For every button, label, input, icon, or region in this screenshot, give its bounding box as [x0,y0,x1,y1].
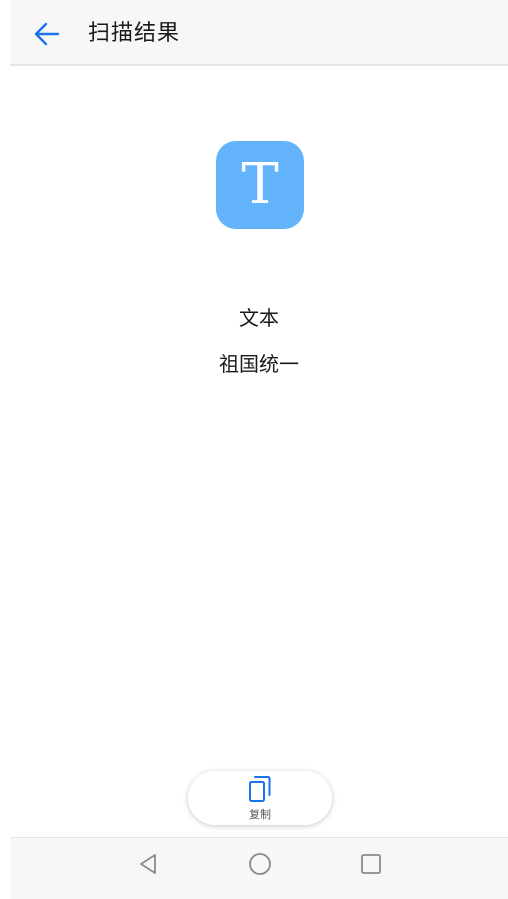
arrow-left-icon [34,22,60,46]
page-title: 扫描结果 [88,21,181,46]
copy-icon [249,776,271,802]
top-app-bar: 扫描结果 [10,0,508,66]
copy-button-label: 复制 [249,808,271,821]
circle-home-icon [249,853,271,875]
result-type-label: 文本 [239,306,279,330]
text-type-icon: T [216,141,304,229]
copy-button[interactable]: 复制 [188,771,332,825]
back-button[interactable] [32,18,64,50]
nav-home-button[interactable] [248,852,272,876]
square-recent-icon [361,854,381,874]
triangle-back-icon [140,854,156,874]
nav-recent-apps-button[interactable] [359,852,383,876]
nav-back-button[interactable] [136,852,160,876]
scanned-content-text: 祖国统一 [219,352,299,376]
system-navigation-bar [10,837,508,899]
